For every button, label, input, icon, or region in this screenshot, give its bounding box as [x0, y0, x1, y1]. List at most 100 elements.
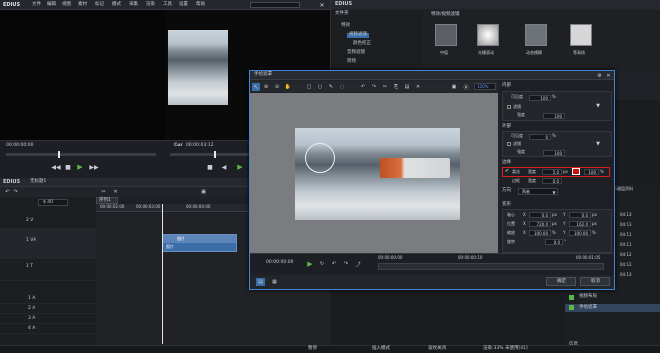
- tree-item-video-filters[interactable]: 视频滤镜: [347, 32, 369, 38]
- paste-icon[interactable]: ▤: [403, 83, 411, 91]
- redo-icon[interactable]: ↷: [12, 188, 19, 195]
- rec-stop-icon[interactable]: ■: [206, 163, 214, 171]
- effect-contour[interactable]: [570, 24, 592, 46]
- rec-playhead-marker[interactable]: [214, 151, 216, 158]
- view-mode2-icon[interactable]: ▦: [270, 278, 279, 286]
- tree-item-audio-filters[interactable]: 音频滤镜: [347, 50, 365, 56]
- lasso-icon[interactable]: ◌: [338, 83, 346, 91]
- player-scrubber[interactable]: [6, 153, 156, 156]
- close-icon[interactable]: ✕: [318, 1, 326, 9]
- sequence-tab[interactable]: 序列1: [96, 197, 118, 204]
- rec-play-icon[interactable]: ▶: [236, 163, 244, 171]
- effect-motion-blur[interactable]: [525, 24, 547, 46]
- cancel-button[interactable]: 取消: [580, 277, 610, 286]
- direction-dropdown[interactable]: 两者 ▼: [518, 188, 558, 195]
- menu-help[interactable]: 帮助: [196, 2, 205, 8]
- track-1va[interactable]: 1 VA: [0, 229, 96, 259]
- hand-icon[interactable]: ✋: [284, 83, 292, 91]
- timeline-clip[interactable]: 图片 图片: [162, 234, 237, 252]
- track-3a[interactable]: 3 A: [0, 314, 96, 324]
- stop-icon[interactable]: ■: [64, 163, 72, 171]
- menu-marker[interactable]: 标记: [95, 2, 104, 8]
- redo-icon[interactable]: ↷: [370, 83, 378, 91]
- outer-filter-icon[interactable]: ▼: [595, 141, 601, 147]
- menu-file[interactable]: 文件: [32, 2, 41, 8]
- hand-mask-item[interactable]: 手绘遮罩: [579, 305, 597, 311]
- inner-strength-field[interactable]: 100: [543, 113, 565, 119]
- scale-x-field[interactable]: 100.00: [529, 230, 551, 236]
- pointer-icon[interactable]: ↖: [252, 83, 260, 91]
- effect-raster-scroll[interactable]: [477, 24, 499, 46]
- axis-x-field[interactable]: 0.0: [529, 212, 551, 218]
- dialog-undo-icon[interactable]: ↶: [330, 260, 338, 268]
- menu-tools[interactable]: 工具: [163, 2, 172, 8]
- inner-filter-icon[interactable]: ▼: [595, 103, 601, 109]
- mask-ellipse[interactable]: [305, 143, 335, 173]
- render-icon[interactable]: ▣: [200, 188, 207, 195]
- track-1t[interactable]: 1 T: [0, 259, 96, 281]
- dialog-loop-icon[interactable]: ↻: [318, 260, 326, 268]
- fastforward-icon[interactable]: ▶▶: [89, 163, 98, 171]
- layout-item[interactable]: 视频布局: [579, 294, 597, 300]
- edge-pct-field[interactable]: 100: [584, 169, 599, 175]
- menu-edit[interactable]: 编辑: [47, 2, 56, 8]
- effect-median[interactable]: [435, 24, 457, 46]
- volume-field[interactable]: $ 40: [38, 199, 68, 206]
- outer-filter-checkbox[interactable]: [507, 142, 511, 146]
- pos-x-field[interactable]: 720.0: [529, 221, 551, 227]
- zoom-dropdown[interactable]: 100%: [474, 83, 496, 90]
- menu-mode[interactable]: 模式: [112, 2, 121, 8]
- rec-rewind-icon[interactable]: ◀: [220, 163, 228, 171]
- ellipse-icon[interactable]: ○: [316, 83, 324, 91]
- dialog-scrubber[interactable]: [378, 263, 604, 270]
- track-4a[interactable]: 4 A: [0, 324, 96, 334]
- mask-canvas[interactable]: [250, 93, 498, 253]
- playhead-line[interactable]: [162, 204, 163, 344]
- axis-y-field[interactable]: 0.0: [569, 212, 591, 218]
- edge-border-width-field[interactable]: 0.0: [542, 178, 562, 184]
- cut-icon[interactable]: ✂: [100, 188, 107, 195]
- playhead-marker[interactable]: [58, 151, 60, 158]
- zoom-icon[interactable]: ⊕: [262, 83, 270, 91]
- rotation-field[interactable]: 0.0: [545, 239, 563, 245]
- delete-icon[interactable]: ✕: [414, 83, 422, 91]
- rewind-icon[interactable]: ◀◀: [51, 163, 60, 171]
- pos-y-field[interactable]: 162.0: [569, 221, 591, 227]
- dialog-play-icon[interactable]: ▶: [306, 260, 314, 268]
- dialog-redo-icon[interactable]: ↷: [342, 260, 350, 268]
- tree-root[interactable]: 特效: [341, 23, 350, 29]
- zoom-out-icon[interactable]: ⊖: [273, 83, 281, 91]
- view-mode-icon[interactable]: ▤: [256, 278, 265, 286]
- undo-icon[interactable]: ↶: [359, 83, 367, 91]
- scale-y-field[interactable]: 100.00: [569, 230, 591, 236]
- rectangle-icon[interactable]: □: [305, 83, 313, 91]
- menu-view[interactable]: 视图: [62, 2, 71, 8]
- undo-icon[interactable]: ↶: [4, 188, 11, 195]
- edge-width-field[interactable]: 5.0: [542, 169, 562, 175]
- menu-render[interactable]: 渲染: [146, 2, 155, 8]
- graph-icon[interactable]: ⤴: [354, 260, 362, 268]
- ok-button[interactable]: 确定: [546, 277, 576, 286]
- menu-capture[interactable]: 采集: [129, 2, 138, 8]
- preset-dropdown[interactable]: [250, 2, 300, 8]
- track-2v[interactable]: 2 V: [0, 215, 96, 229]
- menu-clip[interactable]: 素材: [78, 2, 87, 8]
- inner-opacity-field[interactable]: 100: [529, 95, 551, 101]
- copy-icon[interactable]: ⎘: [392, 83, 400, 91]
- track-1a[interactable]: 1 A: [0, 294, 96, 304]
- fit-icon[interactable]: ▣: [450, 83, 458, 91]
- play-icon[interactable]: ▶: [76, 163, 84, 171]
- settings-icon[interactable]: ⚙: [596, 72, 603, 79]
- tree-item-transitions[interactable]: 转场: [347, 59, 356, 65]
- dialog-close-icon[interactable]: ✕: [605, 72, 612, 79]
- outer-strength-field[interactable]: 100: [543, 150, 565, 156]
- menu-settings[interactable]: 设置: [179, 2, 188, 8]
- delete-icon[interactable]: ✕: [112, 188, 119, 195]
- cut-icon[interactable]: ✂: [381, 83, 389, 91]
- edge-soft-check[interactable]: ✔: [505, 169, 509, 174]
- inner-filter-checkbox[interactable]: [507, 105, 511, 109]
- pen-icon[interactable]: ✎: [327, 83, 335, 91]
- edge-color-swatch[interactable]: [572, 168, 580, 175]
- dropper-icon[interactable]: ⦿: [462, 83, 470, 91]
- tree-item-color-correction[interactable]: 颜色校正: [353, 41, 371, 47]
